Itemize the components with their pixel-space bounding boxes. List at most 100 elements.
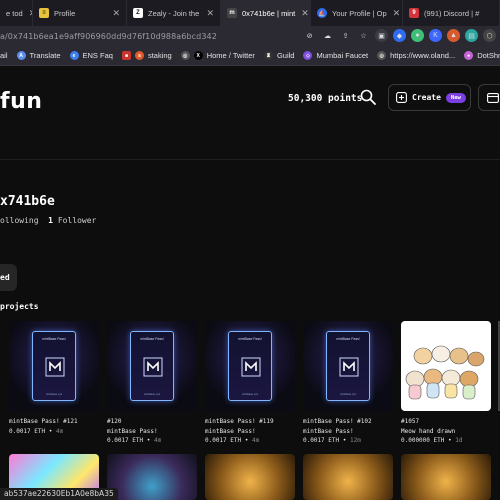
nft-thumbnail[interactable]: mintBase Pass! mintbase.xyz [107,321,197,411]
tab-zealy[interactable]: Z Zealy - Join the ✕ [127,0,221,26]
nft-thumbnail[interactable] [205,454,295,500]
ens-icon: e [69,51,79,60]
eye-off-icon[interactable]: ⊘ [303,29,316,42]
close-icon[interactable]: ✕ [387,8,401,19]
extension-icon[interactable]: ⬡ [483,29,496,42]
card-subtitle: mintBase Pass! [303,427,354,435]
create-label: Create [412,93,441,102]
star-icon[interactable]: ☆ [357,29,370,42]
bookmark-item[interactable]: e ENS Faq [69,51,113,60]
site-logo[interactable]: fun [0,89,42,114]
card-age: 4m [153,437,162,444]
bookmark-item[interactable]: ■ s staking [121,51,172,60]
pass-artwork: mintBase Pass! mintbase.xyz [32,331,76,401]
tab-opensea[interactable]: ⛵ Your Profile | Op ✕ [311,0,403,26]
tab-label: Your Profile | Op [332,8,387,18]
extension-icon[interactable]: ▤ [465,29,478,42]
tab-created[interactable]: ed [0,264,17,291]
cloud-icon[interactable]: ☁ [321,29,334,42]
toolbar-icons: ⊘ ☁ ⇪ ☆ ▣ ◆ ● K ▲ ▤ ⬡ [303,29,496,42]
mintbase-logo-icon [143,357,163,377]
nft-card[interactable]: mintBase Pass! mintbase.xyz #120 mintBas… [107,321,197,446]
follow-stats: ollowing 1 Follower [0,216,96,225]
bookmark-item[interactable]: A Translate [16,51,61,60]
zealy-icon: Z [133,8,143,18]
bookmark-icon: ■ [121,51,131,60]
create-button[interactable]: Create New [388,84,471,111]
nft-thumbnail[interactable]: mintBase Pass! mintbase.xyz [303,321,393,411]
plus-square-icon [396,92,407,103]
close-icon[interactable]: ✕ [200,8,214,19]
card-title: mintBase Pass! #102 [303,418,372,425]
site-header: fun 50,300 points Create New [0,67,500,160]
close-icon[interactable]: ✕ [23,8,32,19]
card-title: #1057 [401,418,420,425]
bookmark-item[interactable]: ♜ Guild [263,51,294,60]
extension-icon[interactable]: K [429,29,442,42]
tab-label: 0x741b6e | mint [242,8,296,18]
m-icon: m [227,8,237,18]
card-subtitle: Meow hand drawn [401,427,456,435]
status-bar-url: ab537ae22630Eb1A0e8bA35 [0,488,118,500]
bookmark-item[interactable]: ◎ X Home / Twitter [180,51,255,60]
discord-icon: 9 [409,8,419,18]
nft-thumbnail[interactable] [303,454,393,500]
search-icon[interactable] [360,89,376,105]
nft-thumbnail[interactable] [107,454,197,500]
tab-discord[interactable]: 9 (991) Discord | # [403,0,500,26]
card-age: 4m [251,437,260,444]
followers-label[interactable]: Follower [58,216,97,225]
card-meta: mintBase Pass! #102 mintBase Pass! 0.001… [303,417,393,446]
cat-drawing [405,345,485,400]
share-icon[interactable]: ⇪ [339,29,352,42]
tab-partial[interactable]: e tod ✕ [0,0,33,26]
bookmark-item[interactable]: ◇ Mumbai Faucet [303,51,368,60]
card-meta: mintBase Pass! #119 mintBase Pass! 0.001… [205,417,295,446]
polygon-icon: ◇ [303,51,313,60]
close-icon[interactable]: ✕ [106,8,120,19]
card-price: 0.0017 ETH [303,437,340,444]
globe-icon: ◎ [377,51,387,60]
nft-card[interactable]: mintBase Pass! mintbase.xyz mintBase Pas… [303,321,393,446]
nft-thumbnail[interactable] [401,321,491,411]
tab-label: (991) Discord | # [424,8,480,18]
section-title: projects [0,302,39,311]
tab-active-mint[interactable]: m 0x741b6e | mint ✕ [221,0,311,26]
x-icon: X [193,51,203,60]
close-icon[interactable]: ✕ [295,8,309,19]
profile-name: x741b6e [0,194,55,209]
following-label[interactable]: ollowing [0,216,39,225]
tab-label: Zealy - Join the [148,8,200,18]
bookmark-icon: s [134,51,144,60]
bookmark-item[interactable]: ●DotShm [464,51,500,60]
extension-icon[interactable]: ● [411,29,424,42]
bookmark-item[interactable]: ◎ https://www.oland... [377,51,455,60]
tab-profile[interactable]: ≡ Profile ✕ [33,0,127,26]
wallet-button[interactable] [478,84,500,111]
guild-icon: ♜ [263,51,273,60]
card-meta: #120 mintBase Pass! 0.0017 ETH • 4m [107,417,197,446]
nft-card[interactable]: mintBase Pass! mintbase.xyz mintBase Pas… [9,321,99,436]
nft-card[interactable]: #1057 Meow hand drawn 0.000000 ETH • 1d [401,321,491,446]
card-price: 0.000000 ETH [401,437,445,444]
nft-thumbnail[interactable]: mintBase Pass! mintbase.xyz [9,321,99,411]
url-text[interactable]: a/0x741b6ea1e9aff906960dd9d76f10d988a6bc… [0,32,217,41]
extension-icon[interactable]: ▣ [375,29,388,42]
card-meta: mintBase Pass! #121 0.0017 ETH • 4m [9,417,99,436]
card-title: mintBase Pass! #119 [205,418,274,425]
nft-thumbnail[interactable]: mintBase Pass! mintbase.xyz [205,321,295,411]
stack-icon: ≡ [39,8,49,18]
card-title: mintBase Pass! #121 [9,418,78,425]
nft-thumbnail[interactable] [401,454,491,500]
tab-label: Profile [54,8,76,18]
translate-icon: A [16,51,26,60]
card-meta: #1057 Meow hand drawn 0.000000 ETH • 1d [401,417,491,446]
bookmarks-bar: ail A Translate e ENS Faq ■ s staking ◎ X Home… [0,46,500,66]
extension-icon[interactable]: ▲ [447,29,460,42]
card-price: 0.0017 ETH [9,427,46,435]
bookmark-item[interactable]: ail [0,51,8,60]
points-counter[interactable]: 50,300 points [288,93,362,104]
extension-icon[interactable]: ◆ [393,29,406,42]
nft-card[interactable]: mintBase Pass! mintbase.xyz mintBase Pas… [205,321,295,446]
address-bar[interactable]: a/0x741b6ea1e9aff906960dd9d76f10d988a6bc… [0,26,500,46]
